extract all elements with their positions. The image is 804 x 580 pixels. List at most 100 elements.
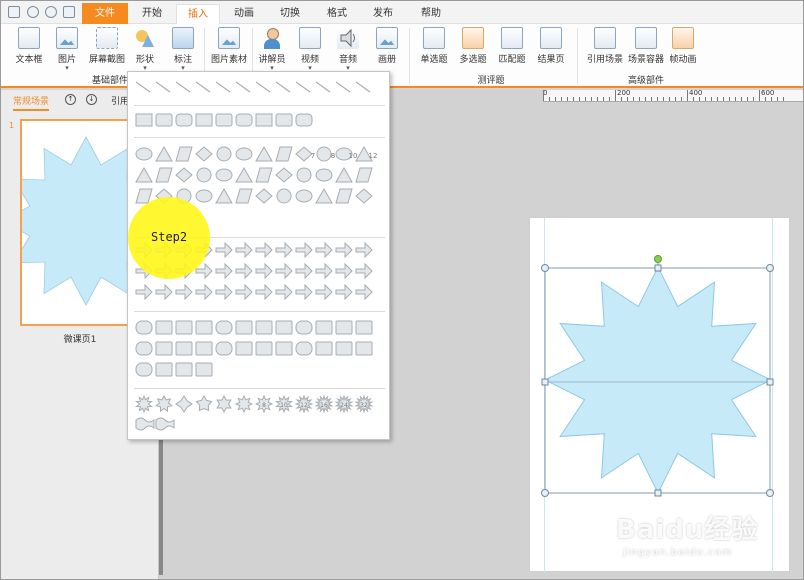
- matching-button[interactable]: 匹配题: [495, 27, 529, 65]
- shape-button[interactable]: 形状 ▾: [131, 27, 159, 72]
- flowchart-shape[interactable]: [195, 341, 213, 356]
- picture-material-button[interactable]: 图片素材: [209, 27, 249, 65]
- diamond-shape[interactable]: [295, 146, 313, 162]
- ellipse-shape[interactable]: [315, 168, 333, 182]
- arrow-shape[interactable]: [335, 241, 353, 259]
- rectangle-shape[interactable]: [175, 113, 193, 127]
- resize-handle[interactable]: [541, 489, 549, 497]
- video-button[interactable]: 视频 ▾: [296, 27, 324, 72]
- tab-start[interactable]: 开始: [132, 4, 172, 24]
- line-shape[interactable]: [215, 81, 231, 93]
- octagon-shape[interactable]: [216, 146, 232, 162]
- arrow-shape[interactable]: [355, 241, 373, 259]
- flowchart-shape[interactable]: [155, 341, 173, 356]
- triangle-shape[interactable]: [155, 145, 173, 162]
- flowchart-shape[interactable]: [295, 341, 313, 356]
- album-button[interactable]: 画册: [373, 27, 401, 65]
- flowchart-shape[interactable]: [255, 320, 273, 335]
- resize-handle[interactable]: [654, 264, 662, 272]
- flowchart-shape[interactable]: [135, 320, 153, 335]
- arrow-shape[interactable]: [355, 283, 373, 301]
- resize-handle[interactable]: [766, 489, 774, 497]
- rectangle-shape[interactable]: [215, 113, 233, 127]
- move-down-icon[interactable]: ↓: [86, 94, 97, 105]
- flowchart-shape[interactable]: [335, 341, 353, 356]
- arrow-shape[interactable]: [355, 262, 373, 280]
- tab-animation[interactable]: 动画: [224, 4, 264, 24]
- parallelogram-shape[interactable]: [175, 146, 193, 162]
- ellipse-shape[interactable]: [235, 147, 253, 161]
- undo-icon[interactable]: [27, 6, 39, 18]
- star-shape[interactable]: [195, 395, 213, 412]
- flowchart-shape[interactable]: [295, 320, 313, 335]
- flowchart-shape[interactable]: [215, 341, 233, 356]
- arrow-shape[interactable]: [135, 283, 153, 301]
- ellipse-shape[interactable]: [215, 168, 233, 182]
- move-up-icon[interactable]: ↑: [65, 94, 76, 105]
- triangle-shape[interactable]: [135, 166, 153, 183]
- resize-handle[interactable]: [766, 378, 774, 386]
- triangle-shape[interactable]: [255, 145, 273, 162]
- arrow-shape[interactable]: [315, 241, 333, 259]
- star-shape[interactable]: [543, 265, 773, 495]
- arrow-shape[interactable]: [315, 283, 333, 301]
- frame-animation-button[interactable]: 帧动画: [666, 27, 700, 65]
- screenshot-button[interactable]: 屏幕截图: [87, 27, 127, 65]
- flowchart-shape[interactable]: [275, 341, 293, 356]
- star-shape[interactable]: [234, 394, 254, 414]
- rectangle-shape[interactable]: [235, 113, 253, 127]
- line-shape[interactable]: [195, 81, 211, 93]
- ellipse-shape[interactable]: [195, 189, 213, 203]
- triangle-shape[interactable]: [315, 187, 333, 204]
- flowchart-shape[interactable]: [235, 320, 253, 335]
- rectangle-shape[interactable]: [155, 113, 173, 127]
- arrow-shape[interactable]: [275, 241, 293, 259]
- flowchart-shape[interactable]: [195, 362, 213, 377]
- tab-insert[interactable]: 插入: [176, 4, 220, 25]
- flowchart-shape[interactable]: [135, 362, 153, 377]
- resize-handle[interactable]: [654, 489, 662, 497]
- rectangle-shape[interactable]: [275, 113, 293, 127]
- arrow-shape[interactable]: [255, 283, 273, 301]
- flowchart-shape[interactable]: [175, 341, 193, 356]
- rectangle-shape[interactable]: [295, 113, 313, 127]
- scene-container-button[interactable]: 场景容器: [626, 27, 666, 65]
- star-shape[interactable]: [216, 394, 232, 414]
- arrow-shape[interactable]: [255, 241, 273, 259]
- tab-help[interactable]: 帮助: [411, 4, 451, 24]
- tab-file[interactable]: 文件: [82, 3, 128, 24]
- parallelogram-shape[interactable]: [255, 167, 273, 183]
- tab-normal-scene[interactable]: 常规场景: [13, 94, 50, 111]
- parallelogram-shape[interactable]: [335, 188, 353, 204]
- wave-shape[interactable]: [135, 417, 155, 431]
- flowchart-shape[interactable]: [355, 320, 373, 335]
- diamond-shape[interactable]: [275, 167, 293, 183]
- resize-handle[interactable]: [541, 264, 549, 272]
- arrow-shape[interactable]: [215, 241, 233, 259]
- octagon-shape[interactable]: [316, 146, 332, 162]
- resize-handle[interactable]: [766, 264, 774, 272]
- flowchart-shape[interactable]: [215, 320, 233, 335]
- redo-icon[interactable]: [45, 6, 57, 18]
- flowchart-shape[interactable]: [355, 341, 373, 356]
- line-shape[interactable]: [155, 81, 171, 93]
- arrow-shape[interactable]: [275, 262, 293, 280]
- result-page-button[interactable]: 结果页: [534, 27, 568, 65]
- line-shape[interactable]: [135, 81, 151, 93]
- arrow-shape[interactable]: [315, 262, 333, 280]
- flowchart-shape[interactable]: [315, 320, 333, 335]
- line-shape[interactable]: [295, 81, 311, 93]
- line-shape[interactable]: [335, 81, 351, 93]
- arrow-shape[interactable]: [235, 262, 253, 280]
- rectangle-shape[interactable]: [255, 113, 273, 127]
- octagon-shape[interactable]: [296, 167, 312, 183]
- arrow-shape[interactable]: [295, 241, 313, 259]
- arrow-shape[interactable]: [155, 283, 173, 301]
- flowchart-shape[interactable]: [255, 341, 273, 356]
- triangle-shape[interactable]: [335, 166, 353, 183]
- line-shape[interactable]: [355, 81, 371, 93]
- tab-format[interactable]: 格式: [317, 4, 357, 24]
- text-box-button[interactable]: 文本框: [14, 27, 44, 65]
- flowchart-shape[interactable]: [335, 320, 353, 335]
- line-shape[interactable]: [275, 81, 291, 93]
